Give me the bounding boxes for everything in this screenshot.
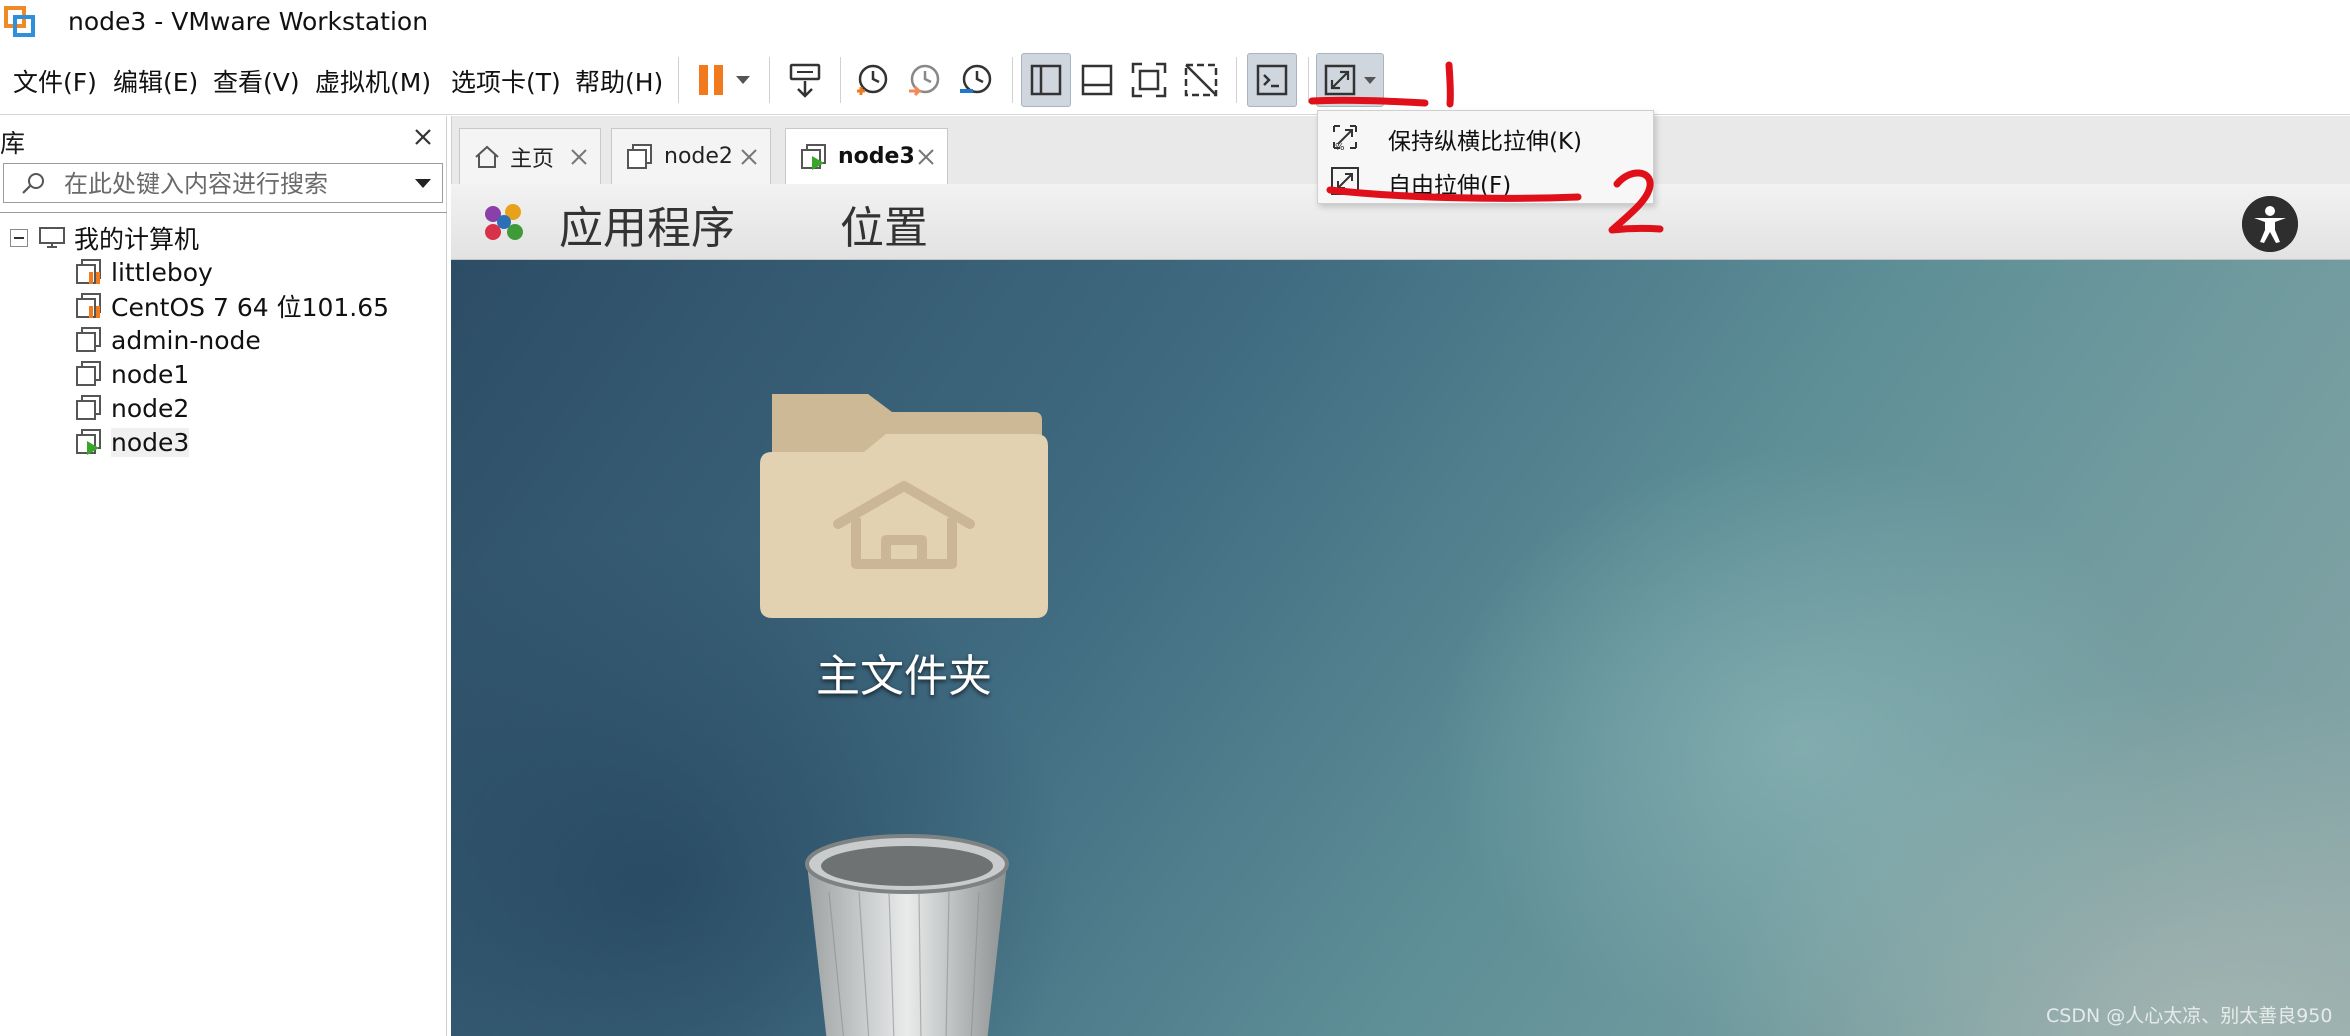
window-title: node3 - VMware Workstation <box>68 7 429 36</box>
revert-snapshot-button[interactable] <box>899 53 949 107</box>
tree-item-admin-node[interactable]: admin-node <box>75 323 261 357</box>
unity-icon <box>1184 63 1218 97</box>
menu-item-keep-aspect-stretch[interactable]: % 保持纵横比拉伸(K) <box>1318 114 1653 158</box>
stretch-icon <box>1324 64 1356 96</box>
send-ctrl-alt-del-button[interactable] <box>780 53 830 107</box>
take-snapshot-button[interactable] <box>847 53 897 107</box>
menu-item-label: 保持纵横比拉伸(K) <box>1388 129 1583 155</box>
menu-toolbar: 文件(F) 编辑(E) 查看(V) 虚拟机(M) 选项卡(T) 帮助(H) <box>0 45 2350 115</box>
pause-icon <box>699 65 723 95</box>
power-dropdown-button[interactable] <box>725 53 761 107</box>
stretch-menu: % 保持纵横比拉伸(K) 自由拉伸(F) <box>1317 110 1654 204</box>
full-screen-icon <box>1131 62 1167 98</box>
console-view-button[interactable] <box>1247 53 1297 107</box>
snapshot-manager-icon <box>960 64 992 94</box>
vm-icon <box>76 361 101 386</box>
title-bar: node3 - VMware Workstation <box>0 0 2350 45</box>
close-icon[interactable] <box>917 148 935 166</box>
tree-root-my-computer[interactable]: 我的计算机 <box>10 221 199 255</box>
vm-running-icon <box>76 429 101 455</box>
tab-node3[interactable]: node3 <box>785 128 948 184</box>
search-input[interactable] <box>64 170 394 198</box>
menu-tabs[interactable]: 选项卡(T) <box>451 63 561 99</box>
computer-icon <box>39 227 65 248</box>
tree-item-centos[interactable]: CentOS 7 64 位101.65 <box>75 289 389 323</box>
guest-menu-applications[interactable]: 应用程序 <box>559 192 735 256</box>
thumbnail-bar-button[interactable] <box>1072 53 1122 107</box>
snapshot-revert-icon <box>909 64 940 97</box>
home-folder-icon[interactable] <box>760 394 1048 619</box>
tree-item-label: littleboy <box>111 257 213 287</box>
tree-item-label: admin-node <box>111 325 261 355</box>
search-icon <box>22 173 44 194</box>
collapse-toggle[interactable] <box>10 229 28 247</box>
snapshot-manager-button[interactable] <box>951 53 1001 107</box>
menu-vm[interactable]: 虚拟机(M) <box>315 63 431 99</box>
watermark: CSDN @人心太凉、别太善良950 <box>2046 1005 2333 1027</box>
tab-home[interactable]: 主页 <box>459 128 601 184</box>
send-ctrl-alt-del-icon <box>789 63 821 98</box>
vm-icon <box>627 143 652 169</box>
vm-suspended-icon <box>76 293 101 318</box>
menu-edit[interactable]: 编辑(E) <box>113 63 198 99</box>
tree-item-label: node1 <box>111 359 190 389</box>
stretch-button[interactable] <box>1316 53 1384 107</box>
full-screen-button[interactable] <box>1124 53 1174 107</box>
vmware-logo-icon <box>4 6 35 37</box>
menu-view[interactable]: 查看(V) <box>213 63 300 99</box>
tree-item-node3[interactable]: node3 <box>75 425 190 459</box>
dropdown-arrow-icon <box>736 76 750 84</box>
tab-label: node2 <box>664 144 733 169</box>
vm-tree: 我的计算机 littleboy CentOS 7 64 位101.65 admi… <box>0 212 447 1032</box>
home-icon <box>475 145 499 168</box>
tree-item-node1[interactable]: node1 <box>75 357 189 391</box>
close-icon[interactable] <box>412 126 434 148</box>
stretch-dropdown-icon <box>1364 76 1376 84</box>
tree-item-littleboy[interactable]: littleboy <box>75 255 213 289</box>
guest-menu-places[interactable]: 位置 <box>840 192 928 256</box>
close-icon[interactable] <box>740 148 758 166</box>
tab-label: node3 <box>838 144 915 169</box>
library-panel: 库 我的计算机 littleboy <box>0 116 447 1036</box>
show-library-icon <box>1030 64 1062 96</box>
tab-label: 主页 <box>510 146 555 172</box>
accessibility-icon[interactable] <box>2242 196 2298 252</box>
vm-running-icon <box>801 143 826 170</box>
library-title: 库 <box>0 129 26 158</box>
trash-icon[interactable] <box>799 832 1015 1036</box>
console-view-icon <box>1256 64 1288 96</box>
unity-button[interactable] <box>1176 53 1226 107</box>
vm-suspended-icon <box>76 259 101 284</box>
tree-item-label: node2 <box>111 393 190 423</box>
vm-console[interactable]: 应用程序 位置 主文件夹 <box>451 184 2350 1036</box>
snapshot-take-icon <box>857 64 888 95</box>
svg-text:%: % <box>1335 142 1345 153</box>
vm-icon <box>76 395 101 420</box>
library-header: 库 <box>0 116 447 160</box>
menu-help[interactable]: 帮助(H) <box>575 63 663 99</box>
vm-icon <box>76 327 101 352</box>
menu-item-free-stretch[interactable]: 自由拉伸(F) <box>1318 158 1653 202</box>
desktop-icon-label: 主文件夹 <box>816 651 992 702</box>
menu-item-label: 自由拉伸(F) <box>1388 173 1512 199</box>
tree-root-label: 我的计算机 <box>74 225 200 254</box>
keep-aspect-stretch-icon: % <box>1333 125 1357 153</box>
gnome-foot-icon[interactable] <box>479 200 529 246</box>
library-search[interactable] <box>3 163 443 203</box>
menu-file[interactable]: 文件(F) <box>13 63 97 99</box>
show-thumbnail-bar-icon <box>1081 64 1113 96</box>
tree-item-label: node3 <box>111 427 190 457</box>
show-library-button[interactable] <box>1021 53 1071 107</box>
tree-item-label: CentOS 7 64 位101.65 <box>111 293 390 322</box>
tab-node2[interactable]: node2 <box>611 128 771 184</box>
search-dropdown-icon[interactable] <box>414 178 432 189</box>
close-icon[interactable] <box>570 148 588 166</box>
free-stretch-icon <box>1331 167 1359 195</box>
tree-item-node2[interactable]: node2 <box>75 391 189 425</box>
